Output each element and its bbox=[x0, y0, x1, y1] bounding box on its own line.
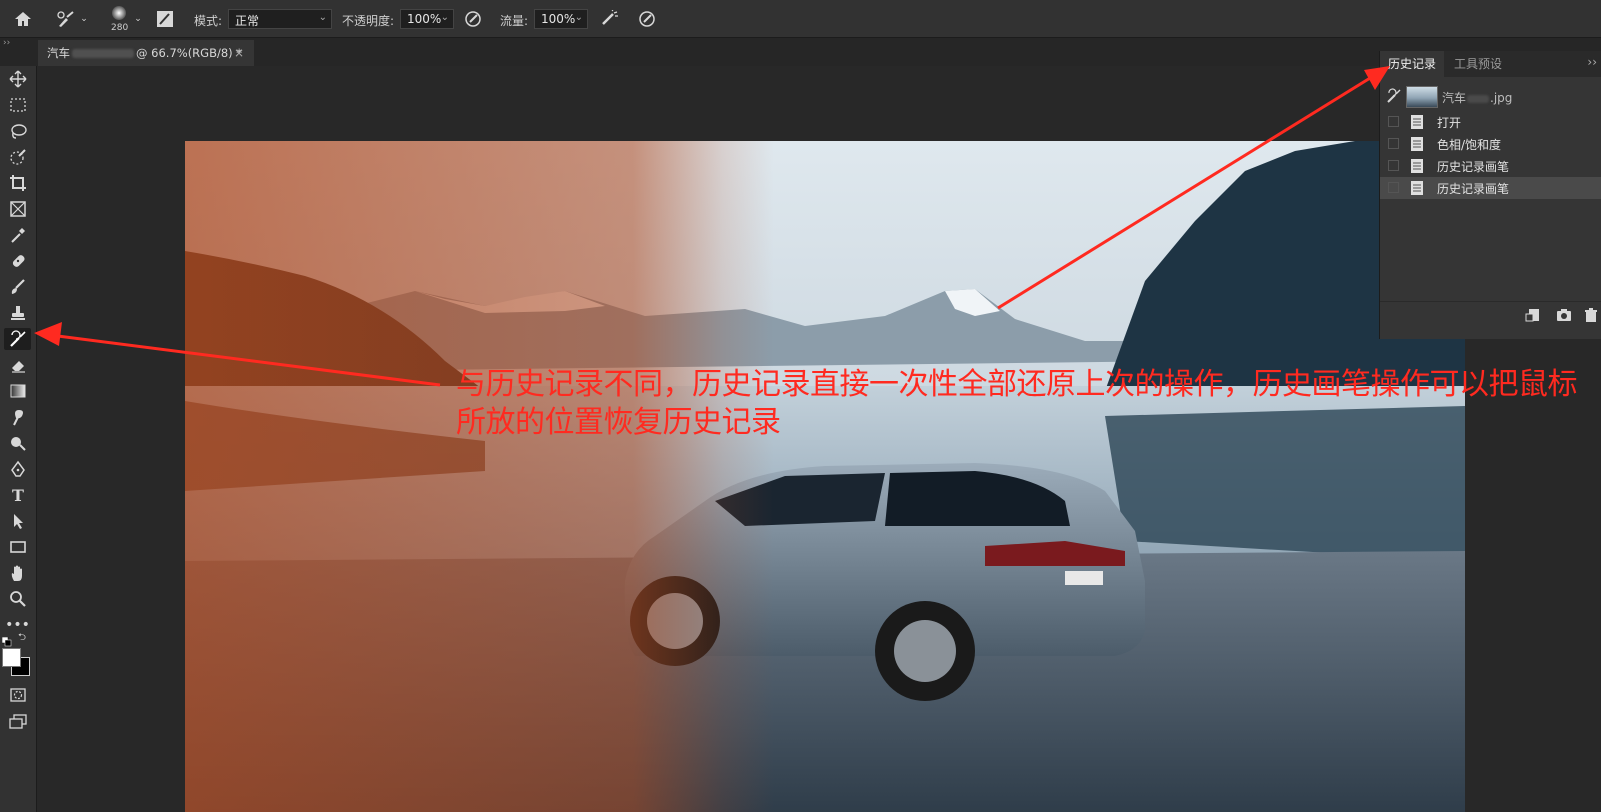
mode-label: 模式: bbox=[194, 14, 223, 28]
redacted-filename bbox=[72, 49, 134, 58]
options-bar: ⌄ 280 ⌄ 模式: 正常 ⌄ 不透明度: 100% ⌄ 流量: 100% ⌄ bbox=[0, 0, 1601, 38]
type-tool-icon[interactable]: T bbox=[4, 484, 31, 506]
pen-tool-icon[interactable] bbox=[4, 458, 31, 480]
mode-select[interactable]: 正常 ⌄ bbox=[228, 9, 332, 29]
brush-size-value: 280 bbox=[111, 23, 129, 33]
brush-preview-icon[interactable] bbox=[109, 3, 129, 23]
delete-state-trash-icon[interactable] bbox=[1584, 307, 1598, 326]
screen-mode-icon[interactable] bbox=[4, 710, 31, 732]
swap-colors-icon[interactable]: ⮌ bbox=[18, 630, 26, 647]
flow-value: 100% bbox=[541, 12, 576, 26]
history-panel: 历史记录 工具预设 ›› 汽车 .jpg 打开 色相/饱和度 历史记录画笔 历史记… bbox=[1379, 51, 1601, 339]
quick-mask-icon[interactable] bbox=[4, 684, 31, 706]
redacted-filename bbox=[1467, 94, 1490, 103]
opacity-label: 不透明度: bbox=[342, 14, 395, 28]
healing-brush-tool-icon[interactable] bbox=[4, 250, 31, 272]
history-panel-footer bbox=[1380, 301, 1601, 328]
path-selection-tool-icon[interactable] bbox=[4, 510, 31, 532]
tab-tool-presets[interactable]: 工具预设 bbox=[1446, 51, 1510, 77]
history-brush-source-icon[interactable] bbox=[1386, 88, 1402, 107]
document-title-prefix: 汽车 bbox=[47, 46, 70, 60]
history-state[interactable]: 色相/饱和度 bbox=[1380, 133, 1601, 155]
history-state-label: 打开 bbox=[1437, 116, 1462, 130]
history-state-current[interactable]: 历史记录画笔 bbox=[1380, 177, 1601, 199]
zoom-tool-icon[interactable] bbox=[4, 588, 31, 610]
airbrush-icon[interactable] bbox=[599, 9, 621, 29]
history-panel-tabs: 历史记录 工具预设 ›› bbox=[1380, 51, 1601, 77]
gradient-tool-icon[interactable] bbox=[4, 380, 31, 402]
new-document-from-state-icon[interactable] bbox=[1525, 307, 1541, 326]
move-tool-icon[interactable] bbox=[4, 68, 31, 90]
document-icon bbox=[1410, 180, 1424, 196]
smudge-tool-icon[interactable] bbox=[4, 406, 31, 428]
annotation-text: 与历史记录不同，历史记录直接一次性全部还原上次的操作，历史画笔操作可以把鼠标所放… bbox=[456, 367, 1578, 440]
quick-selection-tool-icon[interactable] bbox=[4, 146, 31, 168]
snapshot-name-prefix: 汽车 bbox=[1442, 91, 1467, 105]
history-state-label: 历史记录画笔 bbox=[1437, 160, 1510, 174]
svg-text:T: T bbox=[12, 486, 24, 504]
panel-collapse-icon[interactable]: ›› bbox=[3, 38, 10, 48]
snapshot-thumbnail bbox=[1406, 86, 1438, 108]
brush-settings-panel-icon[interactable] bbox=[155, 9, 175, 29]
marquee-tool-icon[interactable] bbox=[4, 94, 31, 116]
chevron-down-icon: ⌄ bbox=[318, 12, 327, 23]
document-icon bbox=[1410, 114, 1424, 130]
clone-stamp-tool-icon[interactable] bbox=[4, 302, 31, 324]
pressure-opacity-icon[interactable] bbox=[463, 9, 483, 29]
brush-tool-icon[interactable] bbox=[4, 276, 31, 298]
history-state[interactable]: 历史记录画笔 bbox=[1380, 155, 1601, 177]
foreground-color-swatch[interactable] bbox=[2, 648, 21, 667]
document-icon bbox=[1410, 136, 1424, 152]
crop-tool-icon[interactable] bbox=[4, 172, 31, 194]
frame-tool-icon[interactable] bbox=[4, 198, 31, 220]
chevron-down-icon: ⌄ bbox=[440, 12, 449, 23]
lasso-tool-icon[interactable] bbox=[4, 120, 31, 142]
history-state-label: 色相/饱和度 bbox=[1437, 138, 1502, 152]
panel-menu-icon[interactable]: ›› bbox=[1587, 55, 1597, 69]
history-brush-source-checkbox[interactable] bbox=[1388, 116, 1399, 127]
history-brush-source-checkbox[interactable] bbox=[1388, 138, 1399, 149]
history-brush-tool-preset-icon[interactable] bbox=[55, 9, 77, 29]
chevron-down-icon: ⌄ bbox=[574, 12, 583, 23]
flow-label: 流量: bbox=[500, 14, 529, 28]
rectangle-tool-icon[interactable] bbox=[4, 536, 31, 558]
opacity-value: 100% bbox=[407, 12, 442, 26]
hand-tool-icon[interactable] bbox=[4, 562, 31, 584]
opacity-input[interactable]: 100% ⌄ bbox=[400, 9, 454, 29]
document-tab[interactable]: 汽车 @ 66.7%(RGB/8) * × bbox=[38, 40, 254, 66]
document-icon bbox=[1410, 158, 1424, 174]
home-icon[interactable] bbox=[12, 9, 34, 29]
history-state-label: 历史记录画笔 bbox=[1437, 182, 1510, 196]
tab-history[interactable]: 历史记录 bbox=[1380, 51, 1445, 77]
document-title-suffix: @ 66.7%(RGB/8) * bbox=[136, 46, 243, 60]
chevron-down-icon[interactable]: ⌄ bbox=[79, 14, 89, 24]
new-snapshot-camera-icon[interactable] bbox=[1556, 307, 1572, 326]
mode-select-value: 正常 bbox=[235, 14, 260, 28]
snapshot-name-suffix: .jpg bbox=[1490, 91, 1513, 105]
chevron-down-icon[interactable]: ⌄ bbox=[133, 14, 143, 24]
pressure-size-icon[interactable] bbox=[637, 9, 657, 29]
document-canvas-image[interactable] bbox=[185, 141, 1465, 812]
snapshot-name: 汽车 .jpg bbox=[1442, 89, 1512, 106]
eyedropper-tool-icon[interactable] bbox=[4, 224, 31, 246]
flow-input[interactable]: 100% ⌄ bbox=[534, 9, 588, 29]
history-snapshot[interactable]: 汽车 .jpg bbox=[1380, 83, 1601, 109]
tools-panel: T ••• ⮌ bbox=[0, 66, 37, 812]
dodge-tool-icon[interactable] bbox=[4, 432, 31, 454]
default-colors-icon[interactable] bbox=[1, 632, 12, 647]
history-brush-source-checkbox[interactable] bbox=[1388, 160, 1399, 171]
history-brush-tool-icon[interactable] bbox=[4, 328, 31, 350]
eraser-tool-icon[interactable] bbox=[4, 354, 31, 376]
close-icon[interactable]: × bbox=[234, 40, 244, 66]
history-state[interactable]: 打开 bbox=[1380, 111, 1601, 133]
history-brush-source-checkbox[interactable] bbox=[1388, 182, 1399, 193]
